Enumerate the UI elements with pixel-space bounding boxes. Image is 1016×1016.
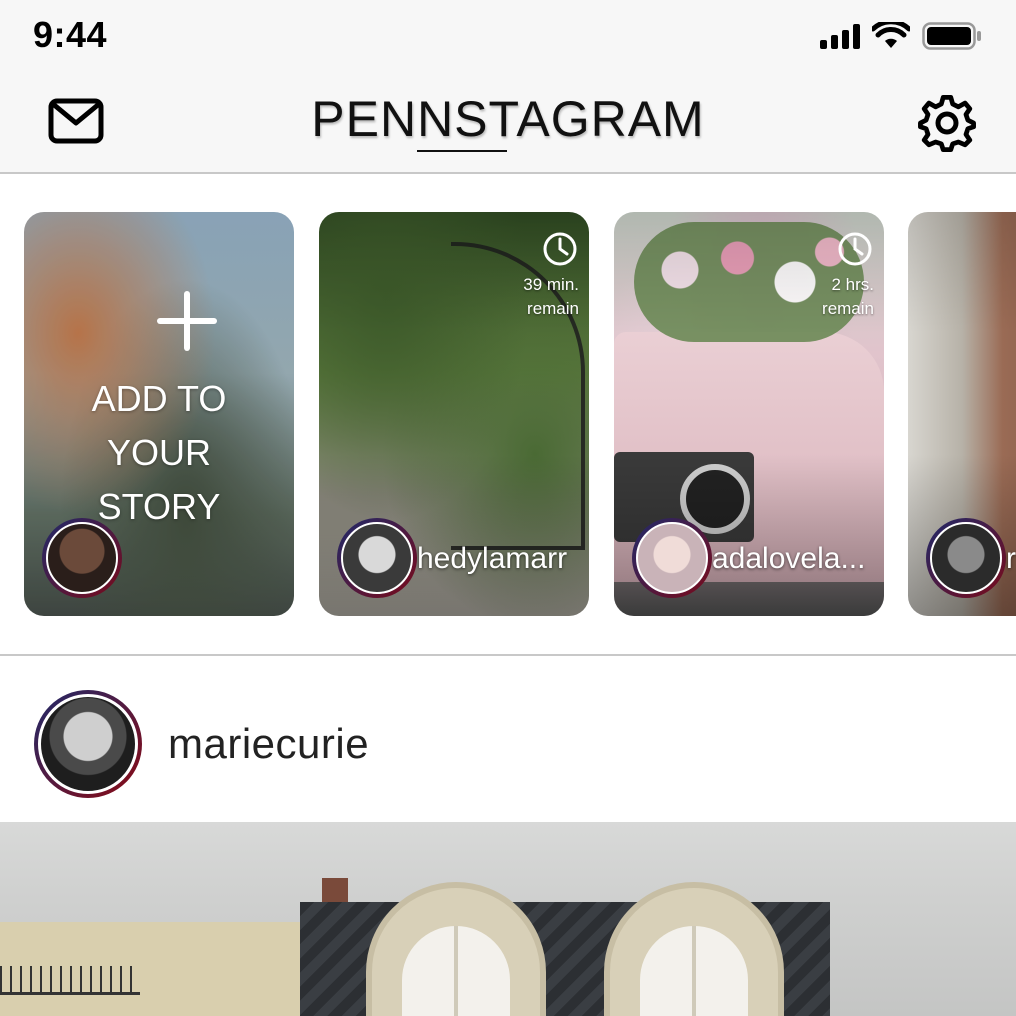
- story-timer: 2 hrs. remain: [794, 230, 874, 321]
- story-username: hedylamarr: [417, 542, 568, 575]
- post-username[interactable]: mariecurie: [168, 720, 369, 768]
- avatar: [926, 518, 1006, 598]
- status-icons: [820, 22, 982, 50]
- own-avatar: [42, 518, 122, 598]
- plus-icon: [157, 291, 217, 351]
- story-username: r: [1006, 542, 1016, 575]
- clock-icon: [838, 232, 872, 266]
- logo-underline: [417, 150, 507, 152]
- app-logo: PENNSTAGRAM: [311, 91, 705, 147]
- story-username: adalovela...: [712, 542, 866, 575]
- post-header: mariecurie: [0, 656, 1016, 822]
- avatar: [337, 518, 417, 598]
- story-card[interactable]: 2 hrs. remain adalovela...: [614, 212, 884, 616]
- cellular-signal-icon: [820, 23, 860, 49]
- add-story-label: ADD TO YOUR STORY: [91, 378, 227, 527]
- status-bar: 9:44: [0, 0, 1016, 78]
- wifi-icon: [872, 22, 910, 48]
- top-nav-bar: PENNSTAGRAM: [0, 78, 1016, 174]
- battery-icon: [922, 22, 981, 50]
- stories-row: ADD TO YOUR STORY 39 min. remain hedylam…: [0, 174, 1016, 654]
- story-card[interactable]: 39 min. remain hedylamarr: [319, 212, 589, 616]
- post-avatar[interactable]: [34, 690, 142, 798]
- avatar: [632, 518, 712, 598]
- clock-icon: [543, 232, 577, 266]
- status-time: 9:44: [33, 14, 108, 55]
- gear-icon[interactable]: [916, 92, 978, 154]
- story-timer: 39 min. remain: [499, 230, 579, 321]
- add-story-card[interactable]: ADD TO YOUR STORY: [24, 212, 294, 616]
- post-image[interactable]: [0, 822, 1016, 1016]
- story-card[interactable]: r: [908, 212, 1016, 616]
